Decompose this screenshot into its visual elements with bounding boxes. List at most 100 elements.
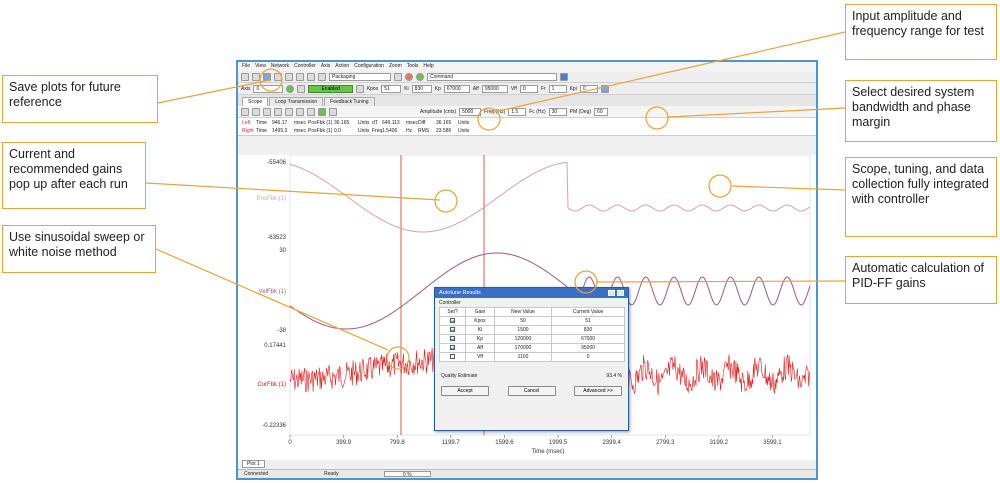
- cancel-button[interactable]: Cancel: [507, 386, 556, 396]
- scope-run-icon[interactable]: [241, 107, 249, 116]
- ok-icon[interactable]: [416, 72, 424, 81]
- gain-current-value: 51: [551, 316, 625, 326]
- command-field[interactable]: Command: [427, 72, 557, 81]
- tab-scope[interactable]: Scope: [242, 97, 269, 106]
- jog-icon[interactable]: [355, 84, 364, 93]
- close-icon[interactable]: [617, 290, 624, 296]
- disable-icon[interactable]: [297, 84, 306, 93]
- kp-field[interactable]: 67000: [443, 84, 470, 93]
- help-icon[interactable]: [608, 290, 615, 296]
- enabled-indicator[interactable]: Enabled: [308, 84, 353, 93]
- freq-field[interactable]: 1.5: [508, 107, 527, 116]
- set-checkbox-kpos[interactable]: [450, 317, 456, 323]
- amplitude-field[interactable]: 5000: [459, 107, 482, 116]
- save-icon[interactable]: [263, 72, 271, 81]
- execute-icon[interactable]: [560, 72, 568, 81]
- ki-field[interactable]: 830: [411, 84, 432, 93]
- save-gains-icon[interactable]: [600, 84, 609, 93]
- fc-field[interactable]: 30: [548, 107, 567, 116]
- table-row: Kp 120000 67000: [438, 334, 625, 344]
- open-icon[interactable]: [252, 72, 260, 81]
- tab-feedback-tuning[interactable]: Feedback Tuning: [324, 97, 375, 106]
- scope-export-icon[interactable]: [285, 107, 293, 116]
- scope-config-icon[interactable]: [307, 107, 315, 116]
- kpi-field[interactable]: 0: [579, 84, 598, 93]
- application-window: File View Network Controller Axis Action…: [236, 60, 818, 480]
- cut-icon[interactable]: [274, 72, 282, 81]
- x-axis-ticks: 0 399.9 799.8 1199.7 1599.6 1999.5 2399.4 2799.…: [288, 435, 782, 446]
- project-dropdown[interactable]: Packaging: [329, 72, 391, 81]
- gain-current-value: 0: [551, 352, 625, 362]
- vff-field[interactable]: 0: [519, 84, 538, 93]
- dialog-buttons: Accept Cancel Advanced >>: [435, 383, 628, 399]
- cursor-cell: Units: [458, 128, 470, 134]
- scope-stop-icon[interactable]: [252, 107, 260, 116]
- menu-network[interactable]: Network: [271, 63, 289, 70]
- col-current-value: Current Value: [551, 307, 625, 317]
- set-checkbox-aff[interactable]: [450, 344, 456, 350]
- pm-field[interactable]: 60: [594, 107, 609, 116]
- menu-file[interactable]: File: [242, 63, 250, 70]
- set-checkbox-ki[interactable]: [450, 326, 456, 332]
- gain-name: Vff: [465, 352, 495, 362]
- gain-new-value: 170000: [493, 343, 553, 353]
- x-tick-label: 2399.4: [602, 440, 621, 446]
- vff-label: Vff: [510, 85, 517, 92]
- callout-sweep-method: Use sinusoidal sweep or white noise meth…: [2, 225, 156, 273]
- aff-field[interactable]: 95000: [481, 84, 508, 93]
- cursor-cell: msec: [406, 120, 418, 126]
- settings-icon[interactable]: [318, 72, 326, 81]
- quality-estimate: Quality Estimate 93.4 %: [435, 363, 628, 383]
- advanced-button[interactable]: Advanced >>: [574, 386, 622, 396]
- scope-trigger-icon[interactable]: [263, 107, 271, 116]
- cur-ymax-label: 0.17441: [264, 343, 286, 349]
- callout-save-plots: Save plots for future reference: [2, 75, 158, 123]
- run-icon[interactable]: [394, 72, 402, 81]
- kpos-field[interactable]: 51: [381, 84, 402, 93]
- x-axis-label: Time (msec): [531, 449, 564, 455]
- tab-loop-transmission[interactable]: Loop Transmission: [269, 97, 324, 106]
- menu-tools[interactable]: Tools: [407, 63, 419, 70]
- scope-check-icon[interactable]: [318, 107, 326, 116]
- set-checkbox-kp[interactable]: [450, 335, 456, 341]
- x-tick-label: 2799.3: [656, 440, 675, 446]
- fr-field[interactable]: 1: [548, 84, 567, 93]
- x-tick-label: 3199.2: [710, 440, 729, 446]
- scope-plot[interactable]: -55406 -63523 PosFbk (1) 30 -38 VelFbk (…: [238, 154, 816, 460]
- gain-name: Kpos: [465, 316, 495, 326]
- cur-channel-label: CurFbk (1): [257, 382, 286, 388]
- kp-label: Kp: [434, 85, 441, 92]
- menu-help[interactable]: Help: [423, 63, 433, 70]
- aff-label: Aff: [472, 85, 479, 92]
- screenshot-stage: File View Network Controller Axis Action…: [0, 0, 1000, 483]
- cursor-cell: Units: [358, 120, 370, 126]
- accept-button[interactable]: Accept: [441, 386, 489, 396]
- kpi-label: Kpi: [569, 85, 577, 92]
- menu-controller[interactable]: Controller: [294, 63, 316, 70]
- cursor-cell: 36.165: [334, 120, 350, 126]
- set-checkbox-vff[interactable]: [450, 353, 456, 359]
- x-tick-label: 1199.7: [442, 440, 461, 446]
- print-icon[interactable]: [307, 72, 315, 81]
- menu-action[interactable]: Action: [335, 63, 349, 70]
- copy-icon[interactable]: [285, 72, 293, 81]
- scope-cursor-icon[interactable]: [296, 107, 304, 116]
- axis-select[interactable]: 0: [253, 84, 284, 93]
- menu-axis[interactable]: Axis: [321, 63, 330, 70]
- cursor-cell: 1495.3: [272, 128, 288, 134]
- paste-icon[interactable]: [296, 72, 304, 81]
- vel-ymax-label: 30: [279, 248, 286, 254]
- fr-label: Fr: [540, 85, 546, 92]
- scope-signals-icon[interactable]: [274, 107, 282, 116]
- stop-icon[interactable]: [405, 72, 413, 81]
- enable-icon[interactable]: [286, 84, 295, 93]
- cursor-cell: Hz: [406, 128, 413, 134]
- status-progress: 0 %: [384, 471, 431, 478]
- plot-tab[interactable]: Plot 1: [242, 460, 265, 468]
- new-icon[interactable]: [241, 72, 249, 81]
- menu-configuration[interactable]: Configuration: [354, 63, 384, 70]
- menu-view[interactable]: View: [255, 63, 266, 70]
- menu-zoom[interactable]: Zoom: [389, 63, 402, 70]
- scope-filter-icon[interactable]: [329, 107, 337, 116]
- gain-current-value: 830: [551, 325, 625, 335]
